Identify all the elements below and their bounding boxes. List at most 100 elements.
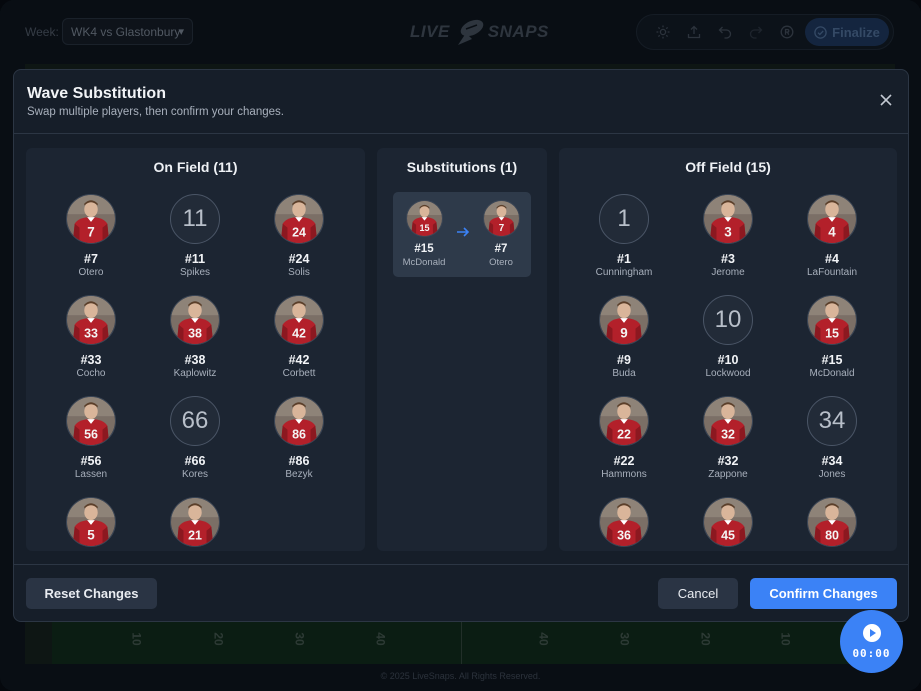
player-card[interactable]: 15 #15 McDonald <box>782 295 882 391</box>
svg-text:38: 38 <box>188 326 202 340</box>
modal-footer: Reset Changes Cancel Confirm Changes <box>14 564 908 622</box>
player-number: #9 <box>617 353 631 367</box>
svg-text:22: 22 <box>617 427 631 441</box>
svg-text:3: 3 <box>724 224 731 239</box>
reset-changes-button[interactable]: Reset Changes <box>26 578 157 609</box>
avatar: 10 <box>703 295 753 345</box>
player-card[interactable]: 7 #7 Otero <box>41 194 141 290</box>
on-field-title: On Field (11) <box>153 159 238 175</box>
svg-text:80: 80 <box>825 528 839 542</box>
svg-text:32: 32 <box>721 427 735 441</box>
player-name: Cocho <box>76 368 106 379</box>
avatar: 32 <box>703 396 753 446</box>
player-name: McDonald <box>809 368 855 379</box>
player-card[interactable]: 80 <box>782 497 882 551</box>
player-name: Lockwood <box>705 368 751 379</box>
svg-text:24: 24 <box>292 225 306 239</box>
player-number: #3 <box>721 252 735 266</box>
player-card[interactable]: 36 <box>574 497 674 551</box>
player-card[interactable]: 11 #11 Spikes <box>145 194 245 290</box>
avatar: 42 <box>274 295 324 345</box>
game-timer-button[interactable]: 00:00 <box>840 610 903 673</box>
player-card[interactable]: 66 #66 Kores <box>145 396 245 492</box>
avatar: 21 <box>170 497 220 547</box>
off-field-panel: Off Field (15) 1 #1 Cunningham 3 #3 Jerome 4 #4… <box>559 148 897 551</box>
svg-text:86: 86 <box>292 427 306 441</box>
avatar: 33 <box>66 295 116 345</box>
modal-subtitle: Swap multiple players, then confirm your… <box>27 106 284 118</box>
player-number: #15 <box>821 353 843 367</box>
svg-text:15: 15 <box>419 223 429 233</box>
sub-player-in: 15 #15 McDonald <box>394 200 454 272</box>
player-card[interactable]: 5 <box>41 497 141 551</box>
player-card[interactable]: 42 #42 Corbett <box>249 295 349 391</box>
svg-text:5: 5 <box>87 527 95 542</box>
player-name: Cunningham <box>595 267 653 278</box>
confirm-changes-button[interactable]: Confirm Changes <box>750 578 897 609</box>
avatar: 9 <box>599 295 649 345</box>
player-number: #7 <box>84 252 98 266</box>
player-number: #42 <box>288 353 310 367</box>
player-card[interactable]: 34 #34 Jones <box>782 396 882 492</box>
substitutions-panel: Substitutions (1) 15 #15 McDonald 7 #7 O… <box>377 148 547 551</box>
modal-header: Wave Substitution Swap multiple players,… <box>14 70 908 134</box>
player-card[interactable]: 1 #1 Cunningham <box>574 194 674 290</box>
player-number: #32 <box>717 454 739 468</box>
player-number: #15 <box>414 243 434 255</box>
player-card[interactable]: 86 #86 Bezyk <box>249 396 349 492</box>
substitution-item[interactable]: 15 #15 McDonald 7 #7 Otero <box>393 192 531 277</box>
player-name: Otero <box>489 257 513 268</box>
player-name: Solis <box>288 267 310 278</box>
player-card[interactable]: 38 #38 Kaplowitz <box>145 295 245 391</box>
player-card[interactable]: 45 <box>678 497 778 551</box>
avatar: 7 <box>66 194 116 244</box>
avatar: 4 <box>807 194 857 244</box>
svg-text:7: 7 <box>499 223 505 234</box>
player-number: #7 <box>494 243 508 255</box>
player-card[interactable]: 33 #33 Cocho <box>41 295 141 391</box>
player-number: #38 <box>184 353 206 367</box>
avatar: 22 <box>599 396 649 446</box>
player-name: Buda <box>612 368 636 379</box>
player-name: Spikes <box>179 267 210 278</box>
svg-text:36: 36 <box>617 528 631 542</box>
wave-substitution-modal: Wave Substitution Swap multiple players,… <box>13 69 909 622</box>
player-name: Zappone <box>708 469 748 480</box>
avatar: 36 <box>599 497 649 547</box>
player-name: McDonald <box>402 257 446 268</box>
sub-player-out: 7 #7 Otero <box>471 200 531 272</box>
cancel-button[interactable]: Cancel <box>658 578 738 609</box>
avatar: 3 <box>703 194 753 244</box>
svg-text:7: 7 <box>87 224 94 239</box>
player-name: Otero <box>78 267 104 278</box>
player-card[interactable]: 4 #4 LaFountain <box>782 194 882 290</box>
player-card[interactable]: 24 #24 Solis <box>249 194 349 290</box>
player-card[interactable]: 56 #56 Lassen <box>41 396 141 492</box>
svg-text:42: 42 <box>292 326 306 340</box>
avatar: 80 <box>807 497 857 547</box>
player-name: Bezyk <box>285 469 313 480</box>
player-name: Jerome <box>711 267 745 278</box>
svg-text:21: 21 <box>188 528 202 542</box>
close-icon[interactable] <box>878 92 894 108</box>
player-number: #1 <box>617 252 631 266</box>
avatar: 38 <box>170 295 220 345</box>
avatar: 15 <box>807 295 857 345</box>
player-name: LaFountain <box>806 267 858 278</box>
arrow-right-icon <box>456 225 470 243</box>
svg-text:45: 45 <box>721 528 735 542</box>
player-card[interactable]: 9 #9 Buda <box>574 295 674 391</box>
player-number: #33 <box>80 353 102 367</box>
player-number: #4 <box>825 252 839 266</box>
player-number: #56 <box>80 454 102 468</box>
player-card[interactable]: 22 #22 Hammons <box>574 396 674 492</box>
player-name: Lassen <box>74 469 108 480</box>
player-number: #11 <box>184 252 206 266</box>
player-card[interactable]: 21 <box>145 497 245 551</box>
player-card[interactable]: 3 #3 Jerome <box>678 194 778 290</box>
player-card[interactable]: 10 #10 Lockwood <box>678 295 778 391</box>
avatar: 56 <box>66 396 116 446</box>
avatar: 45 <box>703 497 753 547</box>
player-card[interactable]: 32 #32 Zappone <box>678 396 778 492</box>
player-number: #24 <box>288 252 310 266</box>
